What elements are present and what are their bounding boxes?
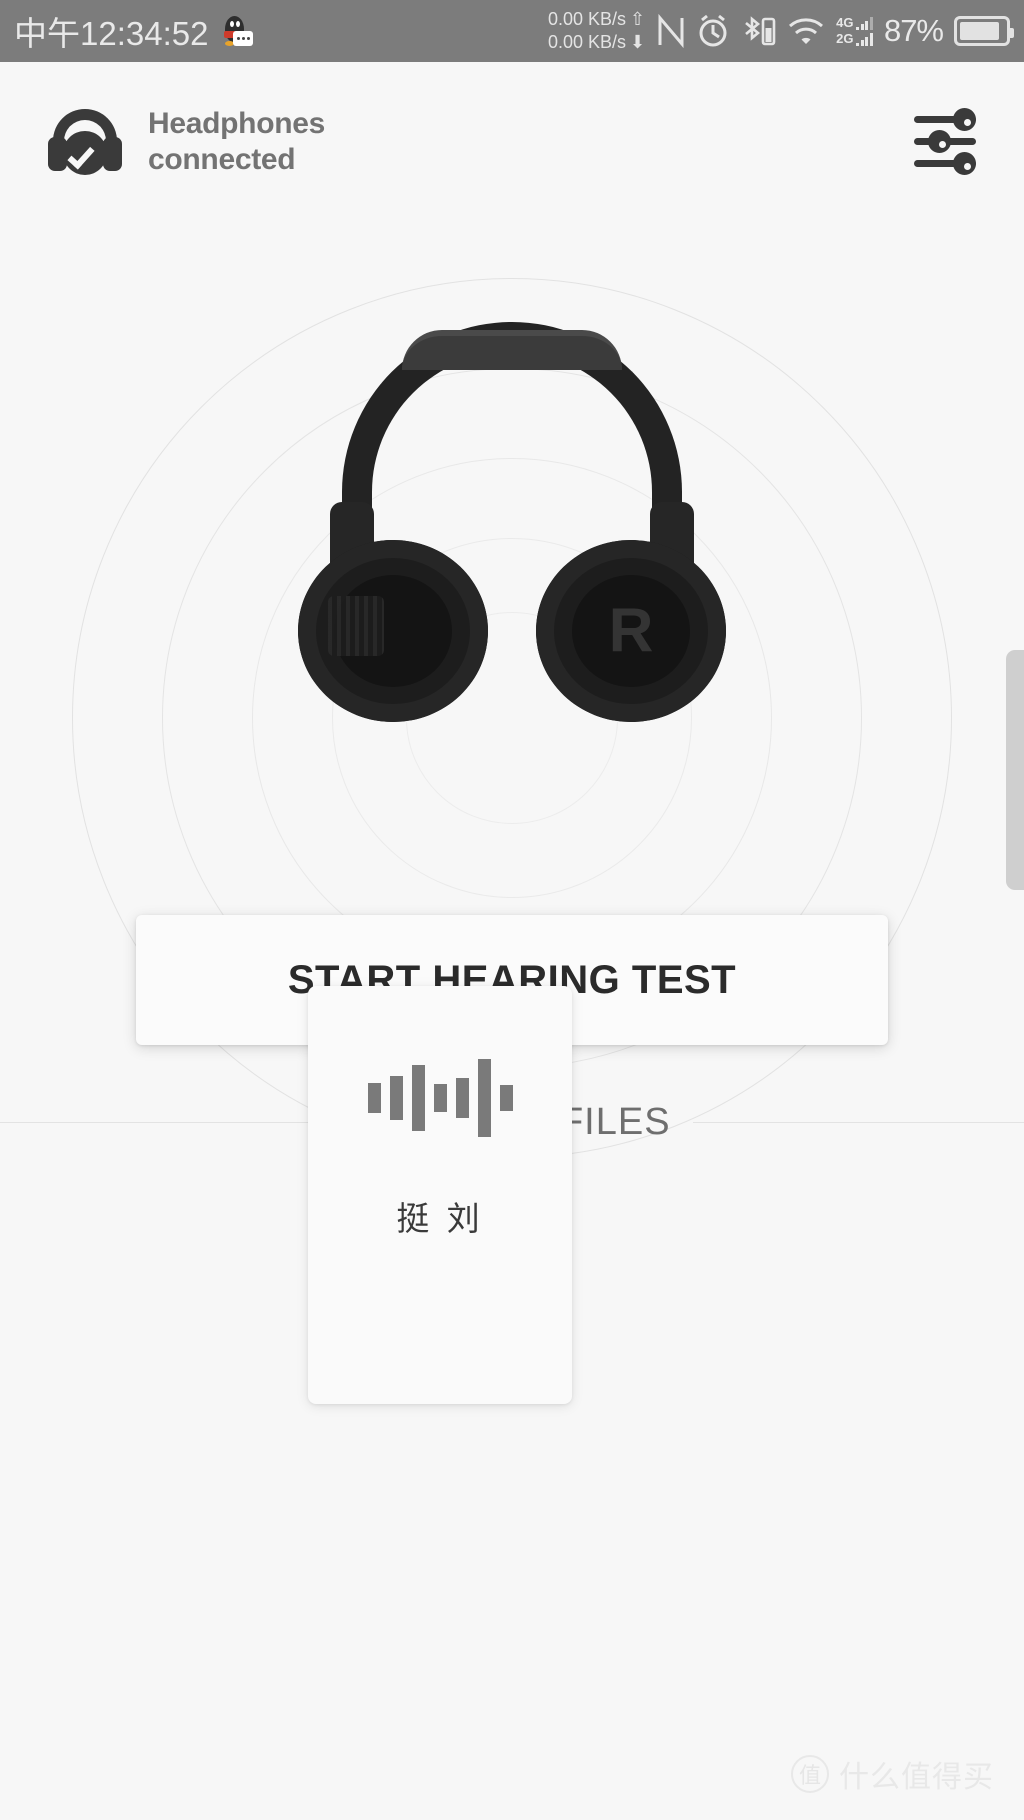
wifi-icon xyxy=(787,15,825,47)
bluetooth-battery-icon xyxy=(740,14,776,48)
status-bar-clock: 中午12:34:52 xyxy=(14,15,209,52)
watermark-text: 什么值得买 xyxy=(839,1761,994,1794)
sim2-network-label: 2G xyxy=(836,30,854,46)
status-line-1: Headphones xyxy=(148,107,326,140)
status-line-2: connected xyxy=(148,143,296,176)
status-bar: 中午12:34:52 0.00 KB/s ⇧ 0.00 KB/s ⬇ 4G 2G… xyxy=(0,0,1024,62)
divider-left xyxy=(0,1121,332,1123)
app-header: Headphones connected xyxy=(0,62,1024,222)
dual-sim-signal-indicator: 4G 2G xyxy=(836,14,873,46)
battery-icon xyxy=(954,16,1014,46)
network-speed-indicator: 0.00 KB/s ⇧ 0.00 KB/s ⬇ xyxy=(548,8,645,54)
headphones-product-image: R xyxy=(282,322,742,722)
status-bar-left: 中午12:34:52 xyxy=(14,7,254,55)
headphones-connected-status: Headphones connected xyxy=(48,106,325,178)
upload-speed-value: 0.00 KB/s xyxy=(547,9,627,29)
sim1-network-label: 4G xyxy=(836,14,854,30)
headphones-status-text: Headphones connected xyxy=(148,106,325,178)
download-speed-value: 0.00 KB/s xyxy=(547,32,627,52)
watermark-badge: 值 xyxy=(791,1755,829,1793)
nfc-icon xyxy=(656,14,686,48)
user-profile-card[interactable]: 挺 刘 xyxy=(308,986,572,1404)
alarm-clock-icon xyxy=(697,14,729,48)
sim1-signal-bars xyxy=(856,16,873,30)
watermark: 值 什么值得买 xyxy=(791,1752,994,1796)
status-bar-right: 0.00 KB/s ⇧ 0.00 KB/s ⬇ 4G 2G 87% xyxy=(548,8,1014,54)
equalizer-sliders-icon[interactable] xyxy=(914,108,980,175)
user-profile-name: 挺 刘 xyxy=(396,1200,484,1237)
upload-arrow-icon: ⇧ xyxy=(630,9,646,29)
download-arrow-icon: ⬇ xyxy=(630,32,646,52)
qq-penguin-icon xyxy=(222,14,254,48)
audio-waveform-icon xyxy=(367,1059,513,1137)
sim2-signal-bars xyxy=(856,32,873,46)
vertical-scroll-indicator[interactable] xyxy=(1006,650,1024,890)
divider-right xyxy=(692,1121,1024,1123)
headphones-check-icon xyxy=(48,109,122,175)
battery-percentage: 87% xyxy=(883,13,944,48)
right-cup-label: R xyxy=(608,596,654,666)
